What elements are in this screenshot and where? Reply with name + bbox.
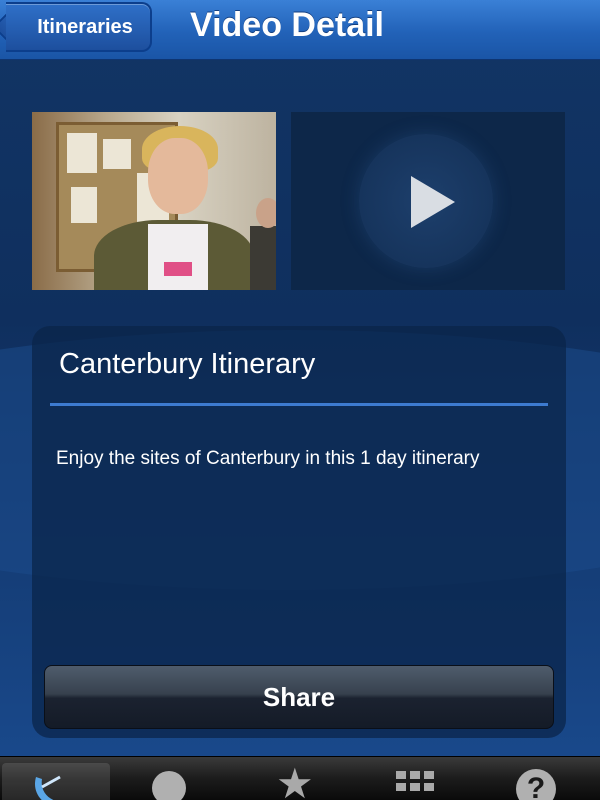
satellite-dish-icon xyxy=(35,775,61,800)
person-shirt xyxy=(148,224,208,290)
grid-cell xyxy=(424,771,434,779)
grid-cell xyxy=(410,771,420,779)
itinerary-card: Canterbury Itinerary Enjoy the sites of … xyxy=(32,326,566,738)
notice-paper xyxy=(67,133,97,173)
back-button-label: Itineraries xyxy=(37,15,133,38)
video-player[interactable] xyxy=(291,112,565,290)
share-button-label: Share xyxy=(262,681,336,712)
itinerary-description: Enjoy the sites of Canterbury in this 1 … xyxy=(56,448,480,469)
play-icon xyxy=(411,176,455,228)
background-person xyxy=(250,226,276,290)
video-thumbnail[interactable] xyxy=(32,112,276,290)
grid-cell xyxy=(410,783,420,791)
itinerary-title: Canterbury Itinerary xyxy=(59,348,316,380)
page-title: Video Detail xyxy=(190,6,384,44)
grid-cell xyxy=(396,783,406,791)
person-face xyxy=(148,138,208,214)
shirt-logo xyxy=(164,262,192,276)
background-person-head xyxy=(256,198,276,228)
notice-paper xyxy=(103,139,131,169)
play-button[interactable] xyxy=(359,134,493,268)
grid-cell xyxy=(424,783,434,791)
title-divider xyxy=(50,403,548,406)
star-icon[interactable]: ★ xyxy=(276,763,314,800)
help-icon[interactable]: ? xyxy=(516,769,556,800)
grid-icon[interactable] xyxy=(396,771,436,800)
tab-itineraries[interactable] xyxy=(2,763,110,800)
back-button[interactable]: Itineraries xyxy=(6,2,152,52)
grid-cell xyxy=(396,771,406,779)
navigation-bar: Itineraries Video Detail xyxy=(0,0,600,60)
tab-bar: ★ ? xyxy=(0,756,600,800)
app-screen: Itineraries Video Detail Canterbury Itin… xyxy=(0,0,600,800)
share-button[interactable]: Share xyxy=(44,665,554,729)
notice-paper xyxy=(71,187,97,223)
sun-icon[interactable] xyxy=(152,771,186,800)
